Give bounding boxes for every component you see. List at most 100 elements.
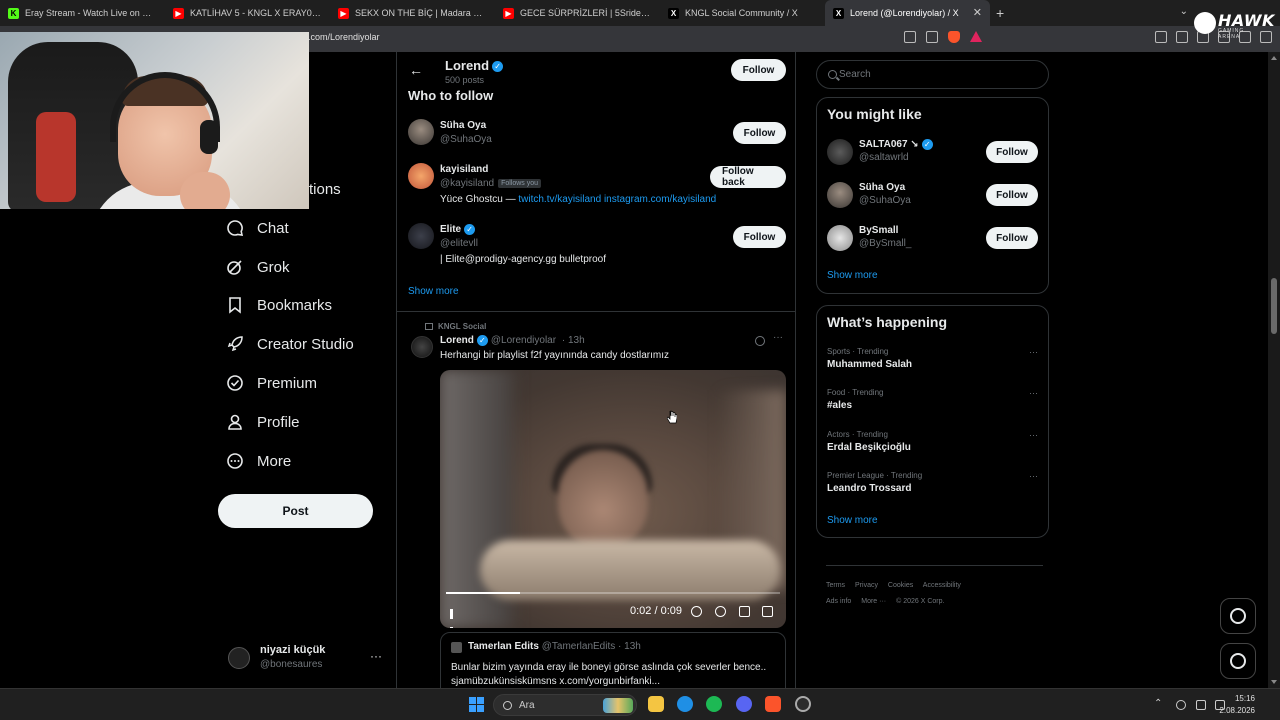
follow-button[interactable]: Follow <box>731 59 786 81</box>
page-scrollbar[interactable] <box>1268 52 1280 688</box>
nav-item-more[interactable]: More <box>226 449 291 473</box>
profile-name-text: Lorend <box>445 58 490 73</box>
follow-button[interactable]: Follow <box>733 122 786 144</box>
show-more-link[interactable]: Show more <box>408 286 459 297</box>
browser-tab[interactable]: ▶ GECE SÜRPRİZLERİ | 5Sriders | Motor <box>495 0 660 26</box>
more-dots-icon[interactable]: ··· <box>1029 347 1038 357</box>
messages-fab-button[interactable] <box>1220 643 1256 679</box>
user-handle: @BySmall_ <box>859 238 912 249</box>
footer-link[interactable]: Privacy <box>855 582 878 589</box>
nav-item-chat[interactable]: Chat <box>226 216 289 240</box>
browser-tab-active[interactable]: X Lorend (@Lorendiyolar) / X ✕ <box>825 0 990 26</box>
sidebar-icon[interactable] <box>1176 31 1188 43</box>
nav-item-partial[interactable]: tions <box>309 181 341 198</box>
mic-icon[interactable] <box>1176 700 1186 710</box>
trend-item[interactable]: Food · Trending #ales ··· <box>827 388 1040 424</box>
obs-icon[interactable] <box>795 696 811 712</box>
more-dots-icon[interactable]: ··· <box>1029 471 1038 481</box>
follow-back-button[interactable]: Follow back <box>710 166 786 188</box>
post-time[interactable]: · 13h <box>562 335 585 346</box>
spotify-icon[interactable] <box>706 696 722 712</box>
scrollbar-thumb[interactable] <box>1271 278 1277 334</box>
more-dots-icon[interactable]: ··· <box>1029 388 1038 398</box>
suggested-user[interactable]: Süha Oya @SuhaOya Follow <box>408 119 788 159</box>
footer-link[interactable]: More ··· <box>861 598 886 605</box>
nav-item-creator-studio[interactable]: Creator Studio <box>226 332 354 356</box>
post-handle[interactable]: @Lorendiyolar <box>491 335 556 346</box>
media-icon[interactable] <box>1155 31 1167 43</box>
community-context[interactable]: KNGL Social <box>425 322 486 331</box>
chevron-up-icon[interactable]: ⌃ <box>1154 698 1162 709</box>
trend-item[interactable]: Actors · Trending Erdal Beşikçioğlu ··· <box>827 430 1040 466</box>
you-might-like-panel: You might like SALTA067 ↘ ✓ @saltawrld Fo… <box>816 97 1049 294</box>
edge-icon[interactable] <box>677 696 693 712</box>
footer-link[interactable]: Terms <box>826 582 845 589</box>
youtube-icon: ▶ <box>503 7 514 19</box>
avatar[interactable] <box>411 336 433 358</box>
suggested-user[interactable]: Süha Oya @SuhaOya Follow <box>827 181 1040 215</box>
cast-icon[interactable] <box>926 31 938 43</box>
mute-icon[interactable] <box>691 606 702 617</box>
footer-link[interactable]: Accessibility <box>923 582 961 589</box>
nav-item-premium[interactable]: Premium <box>226 371 317 395</box>
suggested-user[interactable]: SALTA067 ↘ ✓ @saltawrld Follow <box>827 138 1040 172</box>
fullscreen-icon[interactable] <box>762 606 773 617</box>
video-progress-fill <box>446 592 521 594</box>
brave-shield-icon[interactable] <box>948 31 960 43</box>
system-clock[interactable]: 15:16 2.08.2026 <box>1219 693 1255 717</box>
suggested-user[interactable]: BySmall @BySmall_ Follow <box>827 224 1040 258</box>
brave-icon[interactable] <box>765 696 781 712</box>
nav-item-profile[interactable]: Profile <box>226 410 300 434</box>
translate-icon[interactable] <box>904 31 916 43</box>
search-input[interactable]: Search <box>816 60 1049 89</box>
back-arrow-icon[interactable]: ← <box>409 62 423 78</box>
scroll-up-icon[interactable] <box>1271 56 1277 60</box>
suggested-user[interactable]: kayisiland @kayisiland Follows you Yüce G… <box>408 163 788 205</box>
trend-item[interactable]: Sports · Trending Muhammed Salah ··· <box>827 347 1040 383</box>
post-button[interactable]: Post <box>218 494 373 528</box>
file-explorer-icon[interactable] <box>648 696 664 712</box>
new-tab-button[interactable]: + <box>996 5 1004 21</box>
browser-tab[interactable]: ▶ SEKX ON THE BİÇ | Madara Olduk #7 <box>330 0 495 26</box>
brave-rewards-icon[interactable] <box>970 31 982 42</box>
more-dots-icon[interactable]: ··· <box>1029 430 1038 440</box>
account-switcher[interactable]: niyazi küçük @bonesaures ··· <box>228 641 388 677</box>
bio-text: Yüce Ghostcu — <box>440 194 519 205</box>
browser-tab[interactable]: ▶ KATLİHAV 5 - KNGL X ERAY067 & M <box>165 0 330 26</box>
suggested-user[interactable]: Elite ✓ @elitevll | Elite@prodigy-agency.… <box>408 223 788 265</box>
bio-link[interactable]: twitch.tv/kayisiland instagram.com/kayis… <box>518 194 716 205</box>
pause-icon[interactable] <box>450 606 459 628</box>
show-more-link[interactable]: Show more <box>827 515 878 526</box>
more-dots-icon[interactable]: ··· <box>370 649 382 663</box>
nav-item-grok[interactable]: Grok <box>226 255 290 279</box>
follow-button[interactable]: Follow <box>986 141 1038 163</box>
trend-category: Food · Trending <box>827 388 884 397</box>
network-icon[interactable] <box>1196 700 1206 710</box>
follow-button[interactable]: Follow <box>986 227 1038 249</box>
video-player[interactable]: 0:02 / 0:09 <box>440 370 786 628</box>
pip-icon[interactable] <box>739 606 750 617</box>
close-tab-icon[interactable]: ✕ <box>973 6 982 19</box>
grok-icon[interactable] <box>755 336 765 346</box>
taskbar-search[interactable]: Ara <box>493 694 637 716</box>
trend-item[interactable]: Premier League · Trending Leandro Trossa… <box>827 471 1040 507</box>
footer-link[interactable]: Ads info <box>826 598 851 605</box>
video-progress-bar[interactable] <box>446 592 780 594</box>
more-dots-icon[interactable]: ··· <box>773 332 783 343</box>
settings-icon[interactable] <box>715 606 726 617</box>
url-field[interactable]: .com/Lorendiyolar <box>308 32 380 42</box>
scroll-down-icon[interactable] <box>1271 680 1277 684</box>
follow-button[interactable]: Follow <box>733 226 786 248</box>
footer-link[interactable]: Cookies <box>888 582 913 589</box>
windows-start-icon[interactable] <box>469 697 484 712</box>
browser-tab[interactable]: X KNGL Social Community / X <box>660 0 825 26</box>
chevron-down-icon[interactable]: ⌄ <box>1180 6 1188 17</box>
nav-item-bookmarks[interactable]: Bookmarks <box>226 293 332 317</box>
discord-icon[interactable] <box>736 696 752 712</box>
grok-fab-button[interactable] <box>1220 598 1256 634</box>
quoted-post[interactable]: Tamerlan Edits @TamerlanEdits · 13h Bunl… <box>440 632 786 688</box>
follow-button[interactable]: Follow <box>986 184 1038 206</box>
show-more-link[interactable]: Show more <box>827 270 878 281</box>
post-author[interactable]: Lorend <box>440 335 474 346</box>
browser-tab[interactable]: K Eray Stream - Watch Live on Kick <box>0 0 165 26</box>
